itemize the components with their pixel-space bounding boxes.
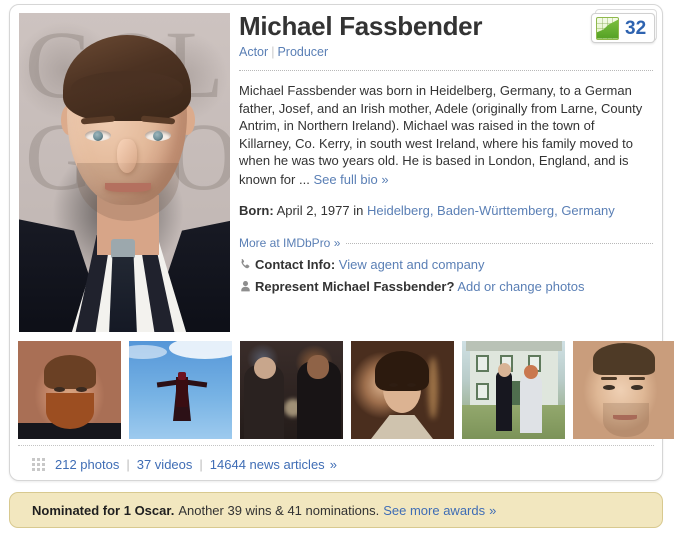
add-or-change-photos-link[interactable]: Add or change photos: [457, 279, 584, 294]
thumbnail-image: [573, 341, 674, 439]
thumbnail-image: [240, 341, 343, 439]
page-title: Michael Fassbender: [239, 11, 483, 41]
media-links-bar: 212 photos | 37 videos | 14644 news arti…: [18, 445, 654, 480]
photo-grid-icon: [32, 457, 45, 471]
media-separator: |: [199, 456, 203, 472]
primary-photo-image: G O L G O: [19, 13, 230, 332]
awards-arrow[interactable]: »: [485, 503, 496, 518]
awards-headline: Nominated for 1 Oscar.: [32, 502, 175, 518]
more-at-imdbpro-link[interactable]: More at IMDbPro »: [239, 235, 346, 250]
contact-info-line: Contact Info: View agent and company: [239, 251, 653, 273]
thumbnail-image: [18, 341, 121, 439]
portrait-eye-right: [145, 130, 171, 141]
represent-line: Represent Michael Fassbender? Add or cha…: [239, 273, 653, 295]
thumbnail-image: [129, 341, 232, 439]
born-date: April 2, 1977: [276, 203, 350, 219]
see-full-bio-link[interactable]: See full bio »: [313, 171, 388, 189]
represent-label: Represent Michael Fassbender?: [255, 278, 455, 294]
portrait-mouth: [105, 183, 151, 192]
media-links-arrow[interactable]: »: [325, 457, 337, 472]
contact-info-label: Contact Info:: [255, 256, 336, 272]
photos-link[interactable]: 212 photos: [55, 457, 119, 472]
thumbnail-image: [462, 341, 565, 439]
photo-thumbnail[interactable]: [18, 341, 121, 439]
see-more-awards-link[interactable]: See more awards: [379, 503, 485, 518]
awards-detail: Another 39 wins & 41 nominations.: [178, 502, 380, 518]
born-preposition: in: [353, 203, 364, 219]
job-category-actor[interactable]: Actor: [239, 45, 268, 59]
awards-banner: Nominated for 1 Oscar. Another 39 wins &…: [9, 492, 663, 528]
view-agent-and-company-link[interactable]: View agent and company: [339, 257, 485, 272]
name-overview-panel: G O L G O: [9, 4, 674, 481]
media-separator: |: [126, 456, 130, 472]
portrait-tie: [109, 257, 137, 332]
portrait-nose: [117, 139, 137, 173]
photo-thumbnail[interactable]: [462, 341, 565, 439]
job-categories: Actor | Producer: [239, 43, 653, 59]
primary-photo[interactable]: G O L G O: [18, 12, 231, 333]
born-place-link[interactable]: Heidelberg, Baden-Württemberg, Germany: [367, 203, 615, 218]
born-label: Born:: [239, 203, 274, 219]
bio-section: Michael Fassbender was born in Heidelber…: [239, 71, 649, 188]
photo-thumbnail[interactable]: [240, 341, 343, 439]
portrait-eye-left: [85, 130, 111, 141]
photo-thumbnail[interactable]: [129, 341, 232, 439]
photo-thumbnail[interactable]: [351, 341, 454, 439]
name-detail-column: Michael Fassbender Actor | Producer Michae…: [239, 11, 653, 295]
job-category-producer[interactable]: Producer: [277, 45, 328, 59]
portrait-tie-knot: [111, 239, 135, 259]
bio-text: Michael Fassbender was born in Heidelber…: [239, 83, 643, 187]
news-articles-link[interactable]: 14644 news articles: [210, 457, 325, 472]
phone-icon: [239, 258, 252, 271]
person-icon: [239, 280, 252, 293]
born-info: Born: April 2, 1977 in Heidelberg, Baden…: [239, 188, 639, 220]
imdbpro-row: More at IMDbPro »: [239, 220, 653, 251]
videos-link[interactable]: 37 videos: [137, 457, 193, 472]
photo-thumbnail[interactable]: [573, 341, 674, 439]
thumbnail-image: [351, 341, 454, 439]
photo-strip: [18, 341, 674, 445]
